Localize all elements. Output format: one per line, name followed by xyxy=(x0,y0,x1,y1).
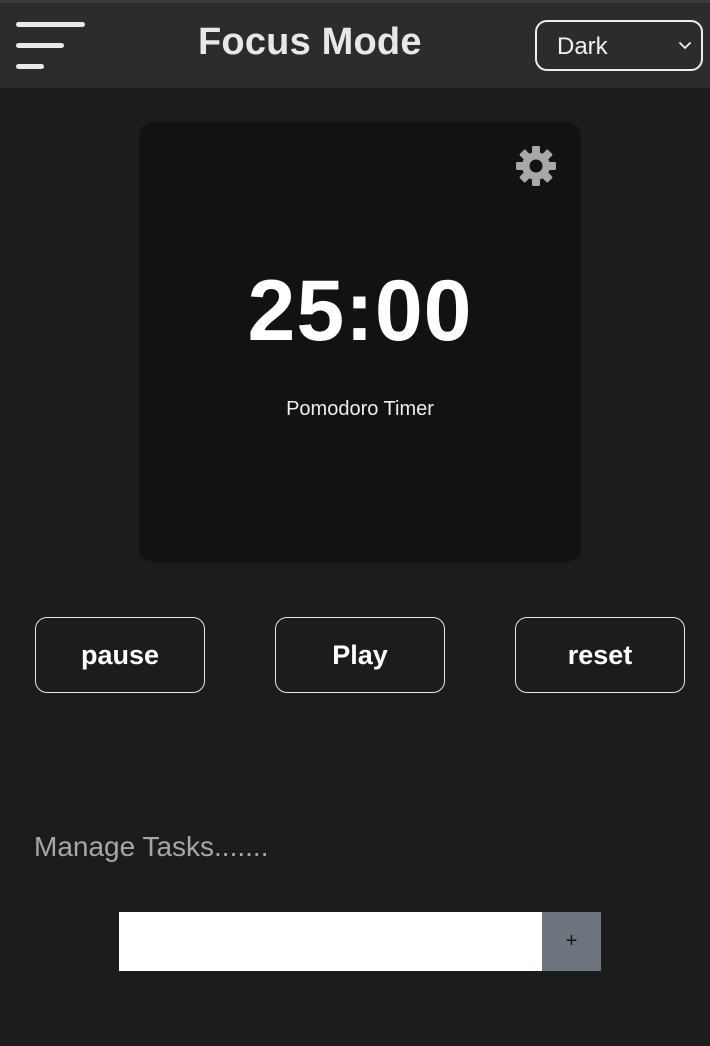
menu-line xyxy=(16,64,44,69)
tasks-heading: Manage Tasks....... xyxy=(34,831,269,862)
hamburger-menu-icon[interactable] xyxy=(16,21,86,71)
chevron-down-icon xyxy=(679,42,691,49)
app-header: Focus Mode Dark xyxy=(0,3,710,88)
page-title: Focus Mode xyxy=(198,21,422,63)
theme-select-value: Dark xyxy=(557,33,608,60)
timer-display: 25:00 xyxy=(247,263,473,359)
timer-card: 25:00 Pomodoro Timer xyxy=(139,122,581,562)
task-input[interactable] xyxy=(119,912,542,971)
add-task-button[interactable]: + xyxy=(542,912,601,971)
gear-icon[interactable] xyxy=(514,144,558,188)
menu-line xyxy=(16,22,85,27)
theme-select[interactable]: Dark xyxy=(535,20,703,71)
menu-line xyxy=(16,43,64,48)
reset-button[interactable]: reset xyxy=(515,617,685,693)
timer-label: Pomodoro Timer xyxy=(286,398,434,420)
play-button[interactable]: Play xyxy=(275,617,445,693)
pause-button[interactable]: pause xyxy=(35,617,205,693)
